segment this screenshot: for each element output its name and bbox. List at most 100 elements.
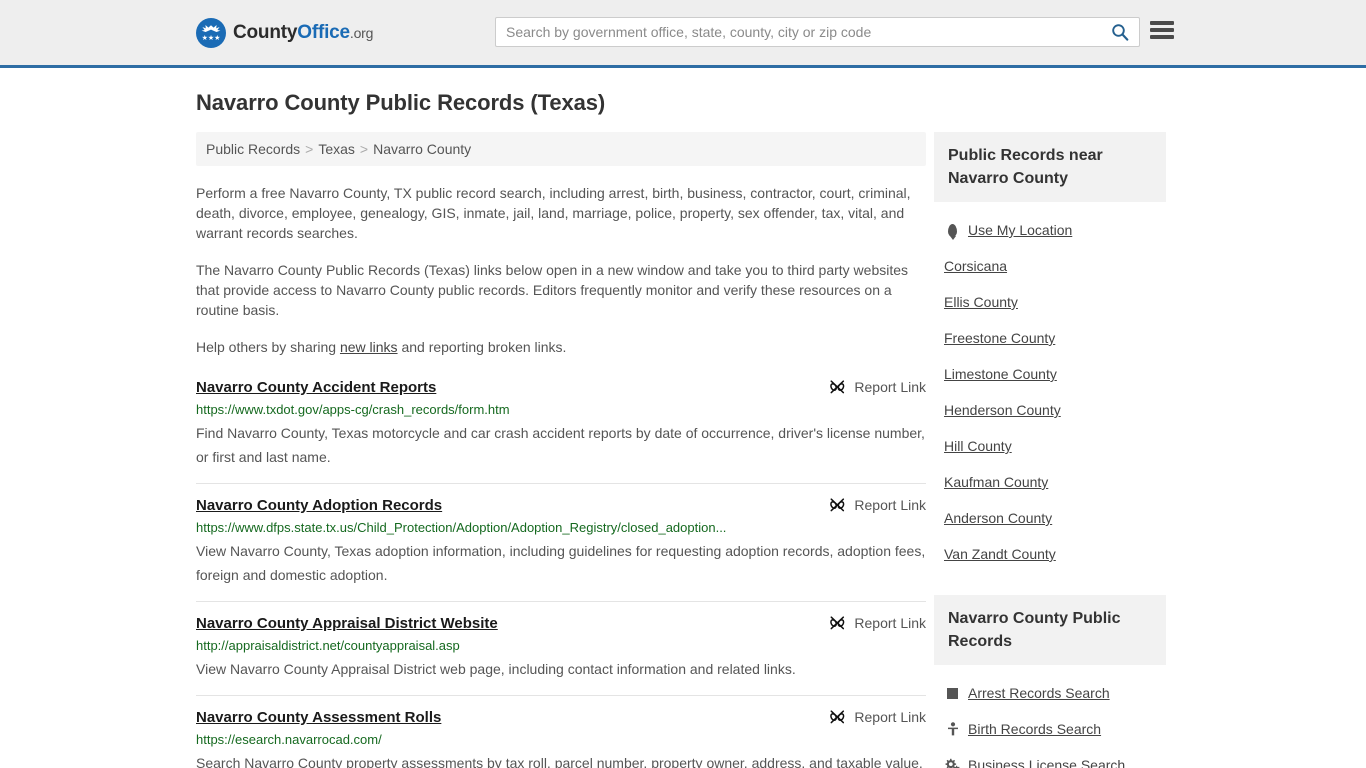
- new-links-link[interactable]: new links: [340, 339, 398, 355]
- site-logo-link[interactable]: ★★★ CountyOffice.org: [196, 17, 373, 48]
- sidebar-link-label[interactable]: Corsicana: [944, 258, 1007, 274]
- sidebar-item-arrest-records-search[interactable]: Arrest Records Search: [934, 675, 1166, 711]
- result-title-link[interactable]: Navarro County Adoption Records: [196, 496, 442, 515]
- sidebar-link-label[interactable]: Birth Records Search: [968, 721, 1101, 737]
- report-link-button[interactable]: Report Link: [829, 614, 926, 631]
- brand-wordmark: CountyOffice.org: [233, 22, 373, 44]
- sidebar-item-use-my-location[interactable]: Use My Location: [934, 212, 1166, 248]
- sidebar-link-label[interactable]: Henderson County: [944, 402, 1061, 418]
- gears-icon: [944, 758, 961, 768]
- report-link-button[interactable]: Report Link: [829, 378, 926, 395]
- sidebar-link-label[interactable]: Hill County: [944, 438, 1012, 454]
- result-title-link[interactable]: Navarro County Appraisal District Websit…: [196, 614, 498, 633]
- sidebar-item-hill-county[interactable]: Hill County: [934, 428, 1166, 464]
- report-link-button[interactable]: Report Link: [829, 708, 926, 725]
- sidebar-item-freestone-county[interactable]: Freestone County: [934, 320, 1166, 356]
- brand-office: Office: [297, 21, 350, 43]
- intro-text: Perform a free Navarro County, TX public…: [196, 183, 926, 357]
- eagle-wings-icon: [201, 24, 221, 32]
- intro-paragraph-3: Help others by sharing new links and rep…: [196, 337, 926, 357]
- results-list: Navarro County Accident Reports Report L…: [196, 378, 926, 768]
- sidebar-item-anderson-county[interactable]: Anderson County: [934, 500, 1166, 536]
- broken-link-icon: [830, 710, 845, 724]
- fingerprint-square-icon: [944, 687, 961, 699]
- broken-link-icon: [830, 616, 845, 630]
- hamburger-menu-icon[interactable]: [1150, 20, 1174, 40]
- sidebar: Public Records near Navarro County Use M…: [934, 132, 1166, 768]
- result-title-link[interactable]: Navarro County Assessment Rolls: [196, 708, 441, 727]
- result-url: https://www.dfps.state.tx.us/Child_Prote…: [196, 520, 727, 535]
- broken-link-icon: [830, 498, 845, 512]
- sidebar-records-list: Arrest Records Search Birth Records Sear…: [934, 675, 1166, 768]
- breadcrumb-item-texas[interactable]: Texas: [318, 141, 355, 157]
- sidebar-link-label[interactable]: Kaufman County: [944, 474, 1048, 490]
- result-title-link[interactable]: Navarro County Accident Reports: [196, 378, 436, 397]
- sidebar-heading-records: Navarro County Public Records: [934, 595, 1166, 665]
- result-url: http://appraisaldistrict.net/countyappra…: [196, 638, 460, 653]
- countyoffice-eagle-logo-icon: ★★★: [196, 17, 226, 48]
- brand-county: County: [233, 21, 298, 43]
- map-pin-icon: [944, 223, 961, 237]
- sidebar-item-limestone-county[interactable]: Limestone County: [934, 356, 1166, 392]
- result-header: Navarro County Accident Reports Report L…: [196, 378, 926, 397]
- sidebar-link-label[interactable]: Arrest Records Search: [968, 685, 1110, 701]
- baby-icon: [944, 722, 961, 736]
- sidebar-link-label[interactable]: Freestone County: [944, 330, 1055, 346]
- result-header: Navarro County Appraisal District Websit…: [196, 614, 926, 633]
- main-column: Public Records > Texas > Navarro County Perf…: [196, 132, 926, 768]
- result-item: Navarro County Accident Reports Report L…: [196, 378, 926, 484]
- breadcrumb-item-navarro-county: Navarro County: [373, 141, 472, 157]
- result-url: https://www.txdot.gov/apps-cg/crash_reco…: [196, 402, 510, 417]
- share-prefix: Help others by sharing: [196, 339, 340, 355]
- search-button[interactable]: [1107, 18, 1139, 46]
- result-item: Navarro County Appraisal District Websit…: [196, 614, 926, 696]
- sidebar-link-label[interactable]: Anderson County: [944, 510, 1052, 526]
- breadcrumb-separator-2: >: [359, 141, 369, 157]
- brand-org: .org: [349, 24, 374, 41]
- hamburger-bar-1: [1150, 21, 1174, 25]
- sidebar-link-label[interactable]: Use My Location: [968, 222, 1072, 238]
- intro-paragraph-2: The Navarro County Public Records (Texas…: [196, 262, 909, 318]
- hamburger-bar-3: [1150, 35, 1174, 39]
- result-description: View Navarro County Appraisal District w…: [196, 661, 796, 677]
- content-columns: Public Records > Texas > Navarro County Perf…: [196, 132, 1174, 768]
- sidebar-records-section: Navarro County Public Records Arrest Rec…: [934, 595, 1166, 768]
- breadcrumb-separator-1: >: [305, 141, 314, 157]
- result-item: Navarro County Assessment Rolls Report L…: [196, 708, 926, 768]
- report-link-label: Report Link: [854, 379, 926, 395]
- sidebar-item-henderson-county[interactable]: Henderson County: [934, 392, 1166, 428]
- search-icon: [1112, 24, 1129, 41]
- report-link-label: Report Link: [854, 709, 926, 725]
- result-item: Navarro County Adoption Records Report L…: [196, 496, 926, 602]
- share-suffix: and reporting broken links.: [397, 339, 567, 355]
- sidebar-item-birth-records-search[interactable]: Birth Records Search: [934, 711, 1166, 747]
- site-header: ★★★ CountyOffice.org: [0, 0, 1366, 68]
- sidebar-link-label[interactable]: Van Zandt County: [944, 546, 1056, 562]
- breadcrumb-item-public-records[interactable]: Public Records: [206, 141, 300, 157]
- page-body: Navarro County Public Records (Texas) Pu…: [0, 90, 1366, 768]
- result-header: Navarro County Assessment Rolls Report L…: [196, 708, 926, 727]
- sidebar-link-label[interactable]: Ellis County: [944, 294, 1018, 310]
- hamburger-bar-2: [1150, 28, 1174, 32]
- sidebar-item-ellis-county[interactable]: Ellis County: [934, 284, 1166, 320]
- result-url: https://esearch.navarrocad.com/: [196, 732, 382, 747]
- sidebar-item-van-zandt-county[interactable]: Van Zandt County: [934, 536, 1166, 572]
- sidebar-item-corsicana[interactable]: Corsicana: [934, 248, 1166, 284]
- report-link-label: Report Link: [854, 615, 926, 631]
- sidebar-item-business-license-search[interactable]: Business License Search: [934, 747, 1166, 768]
- result-description: View Navarro County, Texas adoption info…: [196, 543, 926, 583]
- result-description: Search Navarro County property assessmen…: [196, 755, 923, 768]
- report-link-button[interactable]: Report Link: [829, 496, 926, 513]
- search-input[interactable]: [496, 18, 1107, 46]
- three-stars-icon: ★★★: [201, 34, 221, 42]
- sidebar-item-kaufman-county[interactable]: Kaufman County: [934, 464, 1166, 500]
- page-title: Navarro County Public Records (Texas): [196, 90, 606, 115]
- breadcrumb: Public Records > Texas > Navarro County: [196, 132, 926, 166]
- result-header: Navarro County Adoption Records Report L…: [196, 496, 926, 515]
- report-link-label: Report Link: [854, 497, 926, 513]
- sidebar-link-label[interactable]: Business License Search: [968, 757, 1125, 768]
- sidebar-link-label[interactable]: Limestone County: [944, 366, 1057, 382]
- search-bar[interactable]: [495, 17, 1140, 47]
